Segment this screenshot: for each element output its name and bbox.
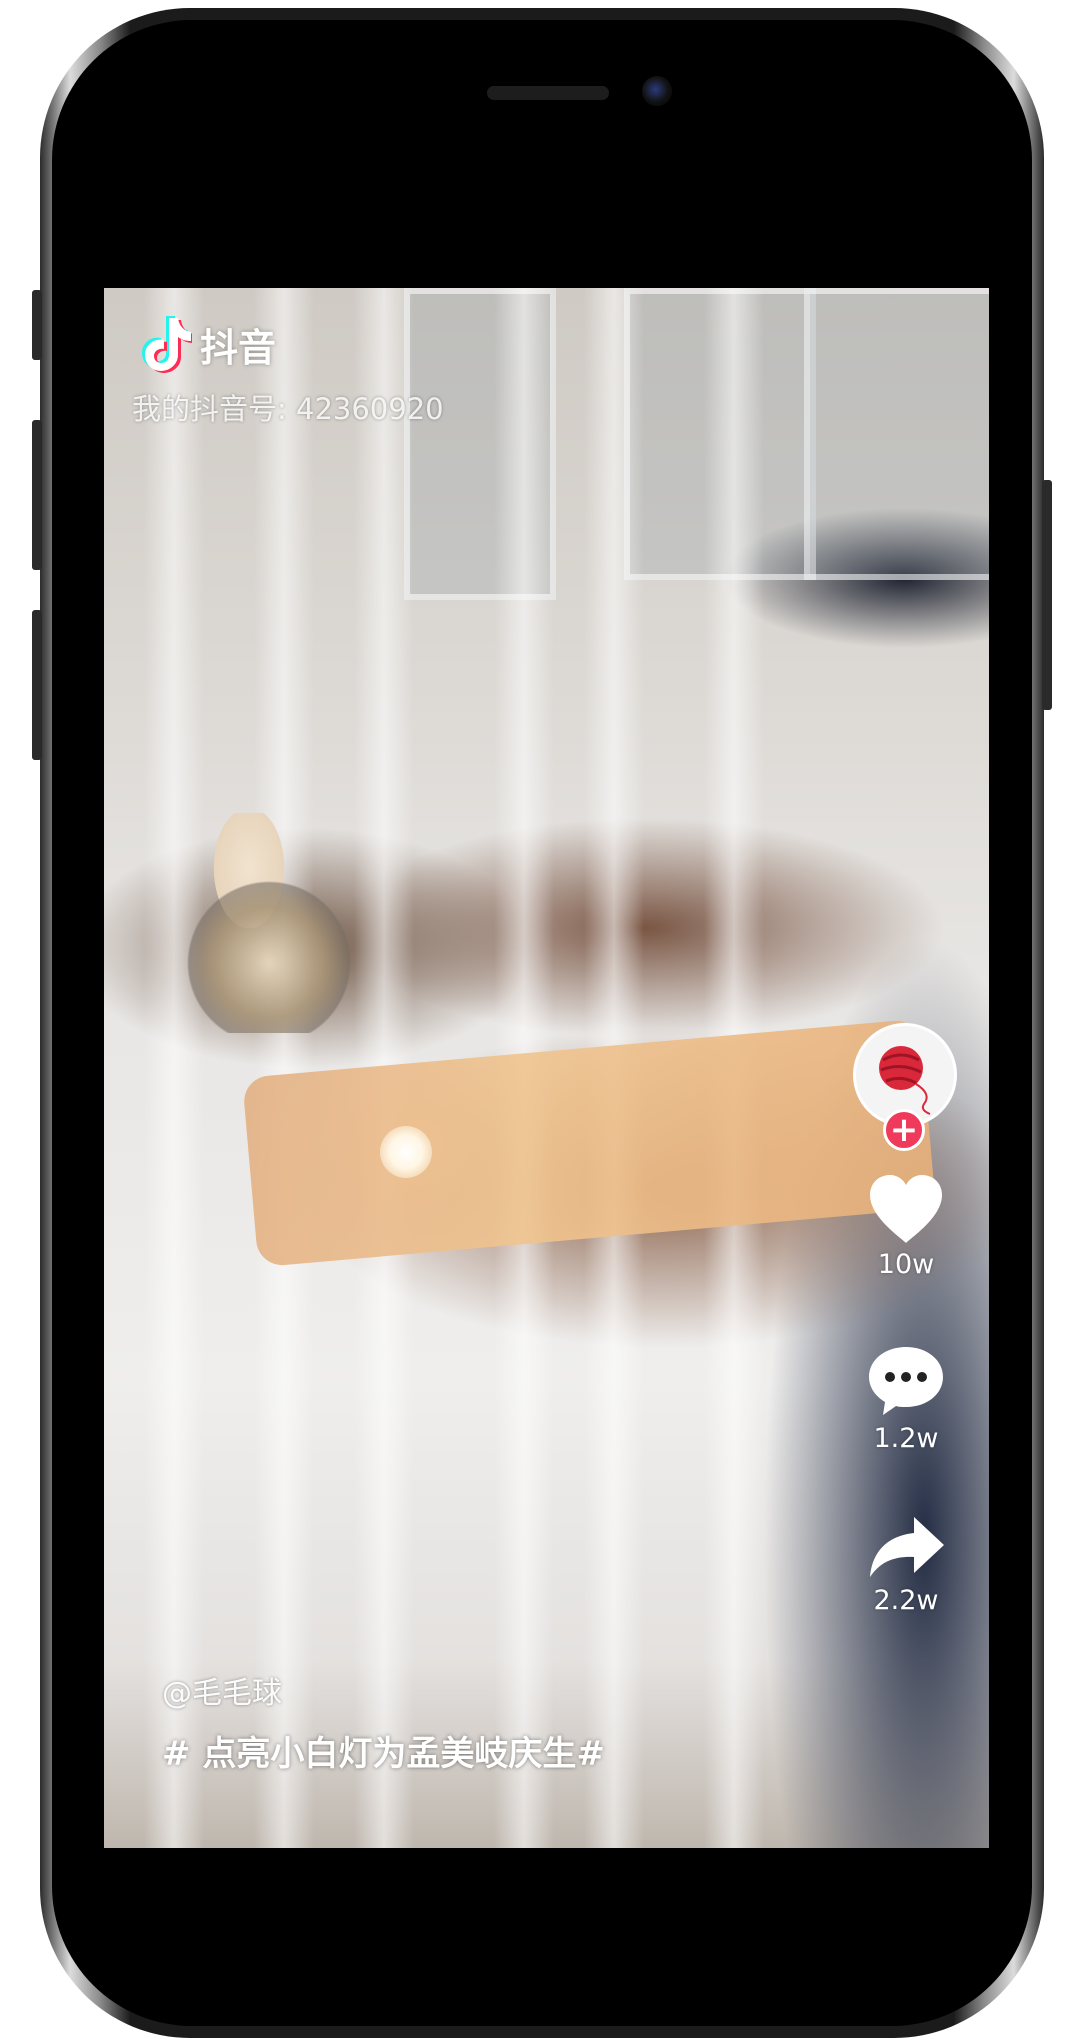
silent-switch (32, 290, 42, 360)
tiktok-note-icon (142, 316, 192, 373)
like-button[interactable]: 10w (844, 1173, 968, 1280)
heart-icon (870, 1175, 942, 1243)
comment-button[interactable]: 1.2w (844, 1343, 968, 1454)
comment-count: 1.2w (873, 1423, 939, 1454)
comment-bubble-icon (869, 1347, 943, 1415)
light-bulb-in-hand (174, 813, 364, 1033)
share-count: 2.2w (873, 1585, 939, 1616)
creator-username[interactable]: @毛毛球 (162, 1668, 862, 1712)
video-player[interactable]: 抖音 我的抖音号: 42360920 + 10w 1.2w 2.2w @毛毛球 … (104, 288, 989, 1848)
curtain-fold (254, 288, 314, 1848)
volume-down-button (32, 610, 42, 760)
app-name: 抖音 (200, 325, 277, 370)
follow-button[interactable]: + (883, 1109, 925, 1151)
curtain-fold (144, 288, 204, 1848)
volume-up-button (32, 420, 42, 570)
phone-in-hand (242, 1018, 936, 1268)
flashlight-glow (380, 1126, 432, 1178)
front-camera (642, 76, 672, 106)
share-arrow-icon (870, 1517, 944, 1577)
share-button[interactable]: 2.2w (844, 1513, 968, 1616)
account-id-watermark: 我的抖音号: 42360920 (132, 392, 444, 426)
earpiece-speaker (487, 86, 609, 100)
phone-mockup: 抖音 我的抖音号: 42360920 + 10w 1.2w 2.2w @毛毛球 … (0, 0, 1076, 2043)
like-count: 10w (877, 1249, 935, 1280)
video-caption: @毛毛球 # 点亮小白灯为孟美岐庆生# (162, 1668, 862, 1775)
video-hashtag[interactable]: # 点亮小白灯为孟美岐庆生# (162, 1726, 862, 1775)
power-button (1042, 480, 1052, 710)
window-pane (804, 288, 989, 580)
app-watermark: 抖音 (136, 314, 276, 374)
